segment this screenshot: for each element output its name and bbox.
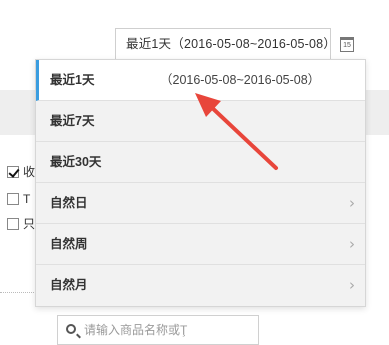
option-date-range: （2016-05-08~2016-05-08） [160,73,321,87]
option-label: 自然月 [50,278,88,292]
option-last-7-days[interactable]: 最近7天 [36,101,365,142]
option-label: 最近7天 [50,114,95,128]
date-range-selector[interactable]: 最近1天（2016-05-08~2016-05-08） [115,28,336,60]
calendar-icon-day: 15 [343,41,351,49]
calendar-icon: 15 [340,36,354,52]
chevron-right-icon: › [349,276,355,294]
option-label: 最近1天 [50,73,95,87]
option-label: 自然周 [50,237,88,251]
filter-checkbox[interactable] [7,193,19,205]
date-range-dropdown: 最近1天 （2016-05-08~2016-05-08） 最近7天 最近30天 … [35,59,366,307]
chevron-right-icon: › [349,194,355,212]
search-icon [66,324,76,334]
option-last-1-day[interactable]: 最近1天 （2016-05-08~2016-05-08） [36,60,365,101]
filter-checkbox[interactable] [7,218,19,230]
product-search-box [57,315,259,345]
option-label: 自然日 [50,196,88,210]
calendar-button[interactable]: 15 [333,28,361,60]
divider [0,292,36,293]
option-last-30-days[interactable]: 最近30天 [36,142,365,183]
option-label: 最近30天 [50,155,102,169]
option-natural-month[interactable]: 自然月 › [36,265,365,306]
chevron-right-icon: › [349,235,355,253]
option-natural-day[interactable]: 自然日 › [36,183,365,224]
filter-checkbox[interactable] [7,166,19,178]
option-natural-week[interactable]: 自然周 › [36,224,365,265]
